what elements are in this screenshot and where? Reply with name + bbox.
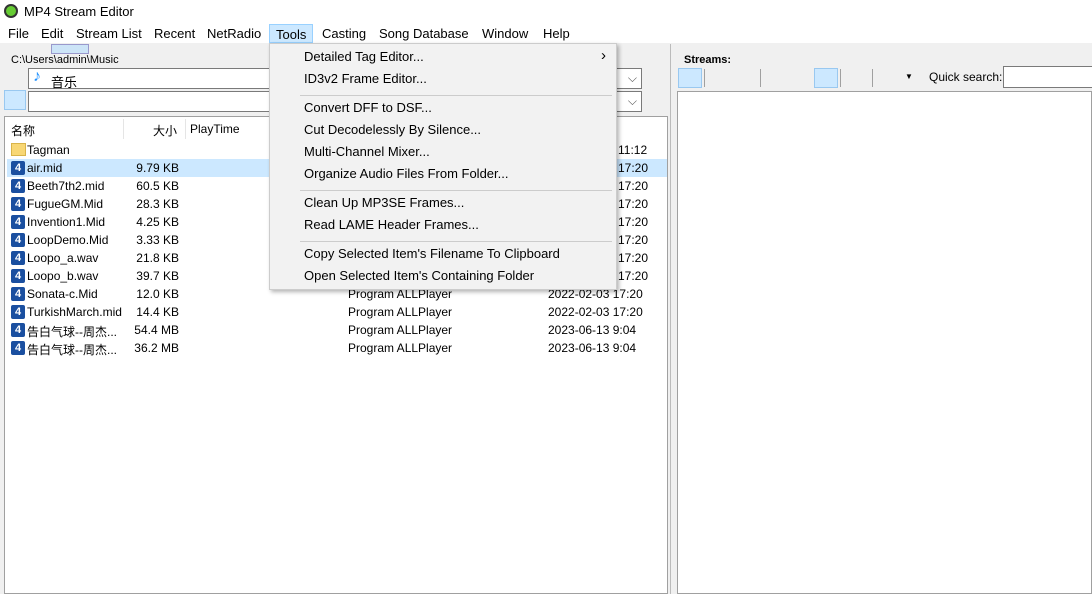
menu-recent[interactable]: Recent (148, 24, 201, 43)
file-date: 17:20 (618, 215, 649, 229)
streams-list[interactable] (677, 91, 1092, 594)
file-name: Invention1.Mid (27, 215, 106, 229)
streams-toolbar-button[interactable] (814, 68, 838, 88)
audio-file-icon: 4 (11, 233, 25, 247)
audio-file-icon: 4 (11, 215, 25, 229)
file-size: 36.2 MB (134, 341, 179, 355)
file-date: 2023-06-13 9:04 (548, 341, 637, 355)
file-type: Program ALLPlayer (348, 341, 453, 355)
menu-item[interactable]: Clean Up MP3SE Frames... (304, 195, 464, 210)
app-icon (4, 4, 18, 18)
audio-file-icon: 4 (11, 197, 25, 211)
menu-separator (300, 241, 612, 242)
quick-search-input[interactable] (1003, 66, 1092, 88)
filter-button[interactable] (4, 90, 26, 110)
chevron-down-icon[interactable]: ⌵ (628, 94, 637, 109)
column-header-name[interactable]: 名称 (11, 122, 35, 139)
menu-item[interactable]: Open Selected Item's Containing Folder (304, 268, 534, 283)
file-row[interactable]: 4 告白气球--周杰... 36.2 MB Program ALLPlayer 2023… (7, 339, 667, 357)
menu-tools[interactable]: Tools (269, 24, 314, 43)
file-size: 9.79 KB (136, 161, 179, 175)
file-date: 17:20 (618, 269, 649, 283)
file-size: 60.5 KB (136, 179, 179, 193)
menu-netradio[interactable]: NetRadio (201, 24, 267, 43)
splitter[interactable] (670, 44, 673, 594)
file-name: Loopo_a.wav (27, 251, 99, 265)
folder-path: C:\Users\admin\Music (10, 54, 120, 66)
menu-item[interactable]: Read LAME Header Frames... (304, 217, 479, 232)
file-type: Program ALLPlayer (348, 305, 453, 319)
file-size: 3.33 KB (136, 233, 179, 247)
file-name: LoopDemo.Mid (27, 233, 109, 247)
tools-menu: Detailed Tag Editor... › ID3v2 Frame Edito… (269, 43, 617, 290)
window-title: MP4 Stream Editor (24, 4, 134, 19)
file-name: Sonata-c.Mid (27, 287, 98, 301)
audio-file-icon: 4 (11, 161, 25, 175)
menu-item[interactable]: Convert DFF to DSF... (304, 100, 432, 115)
menu-stream-list[interactable]: Stream List (70, 24, 148, 43)
audio-file-icon: 4 (11, 305, 25, 319)
submenu-arrow-icon: › (601, 47, 606, 64)
menu-item[interactable]: Multi-Channel Mixer... (304, 144, 430, 159)
file-row[interactable]: 4 告白气球--周杰... 54.4 MB Program ALLPlayer 2023… (7, 321, 667, 339)
folder-icon (11, 143, 26, 156)
file-name: FugueGM.Mid (27, 197, 104, 211)
chevron-down-icon[interactable]: ⌵ (628, 71, 637, 86)
file-name: Tagman (27, 143, 70, 157)
file-date: 2022-02-03 17:20 (548, 305, 643, 319)
file-type: Program ALLPlayer (348, 323, 453, 337)
file-date: 17:20 (618, 233, 649, 247)
menu-casting[interactable]: Casting (316, 24, 372, 43)
column-header-playtime[interactable]: PlayTime (190, 122, 240, 136)
file-name: Loopo_b.wav (27, 269, 99, 283)
audio-file-icon: 4 (11, 341, 25, 355)
menu-help[interactable]: Help (537, 24, 576, 43)
file-size: 54.4 MB (134, 323, 179, 337)
audio-file-icon: 4 (11, 269, 25, 283)
menu-window[interactable]: Window (476, 24, 534, 43)
file-date: 2023-06-13 9:04 (548, 323, 637, 337)
file-size: 21.8 KB (136, 251, 179, 265)
folder-combo-value: 音乐 (51, 75, 78, 90)
file-date: 11:12 (618, 143, 648, 157)
file-name: 告白气球--周杰... (27, 325, 117, 339)
menu-item[interactable]: Detailed Tag Editor... (304, 49, 424, 64)
audio-file-icon: 4 (11, 323, 25, 337)
file-name: Beeth7th2.mid (27, 179, 105, 193)
file-date: 17:20 (618, 179, 649, 193)
file-size: 12.0 KB (136, 287, 179, 301)
menu-file[interactable]: File (2, 24, 35, 43)
menu-song-database[interactable]: Song Database (373, 24, 475, 43)
toolbar-button[interactable] (51, 44, 89, 54)
audio-file-icon: 4 (11, 251, 25, 265)
file-name: air.mid (27, 161, 63, 175)
file-name: TurkishMarch.mid (27, 305, 122, 319)
file-date: 17:20 (618, 161, 649, 175)
menu-edit[interactable]: Edit (35, 24, 69, 43)
file-size: 4.25 KB (136, 215, 179, 229)
audio-file-icon: 4 (11, 287, 25, 301)
menu-item[interactable]: Organize Audio Files From Folder... (304, 166, 508, 181)
dropdown-arrow-icon[interactable]: ▼ (905, 72, 913, 81)
menu-bar: File Edit Stream List Recent NetRadio Tools Ca… (0, 22, 1092, 43)
file-date: 17:20 (618, 251, 649, 265)
audio-file-icon: 4 (11, 179, 25, 193)
menu-separator (300, 190, 612, 191)
quick-search-label: Quick search: (929, 70, 1003, 84)
file-size: 14.4 KB (136, 305, 179, 319)
streams-toolbar-button[interactable] (678, 68, 702, 88)
file-row[interactable]: 4 TurkishMarch.mid 14.4 KB Program ALLPlaye… (7, 303, 667, 321)
file-name: 告白气球--周杰... (27, 343, 117, 357)
menu-separator (300, 95, 612, 96)
file-date: 17:20 (618, 197, 649, 211)
file-size: 39.7 KB (136, 269, 179, 283)
column-header-size[interactable]: 大小 (153, 122, 177, 139)
music-note-icon: ♪ (33, 68, 41, 85)
title-bar: MP4 Stream Editor (0, 0, 1092, 22)
streams-label: Streams: (684, 54, 732, 66)
menu-item[interactable]: ID3v2 Frame Editor... (304, 71, 427, 86)
file-size: 28.3 KB (136, 197, 179, 211)
menu-item[interactable]: Cut Decodelessly By Silence... (304, 122, 481, 137)
menu-item[interactable]: Copy Selected Item's Filename To Clipboa… (304, 246, 560, 261)
